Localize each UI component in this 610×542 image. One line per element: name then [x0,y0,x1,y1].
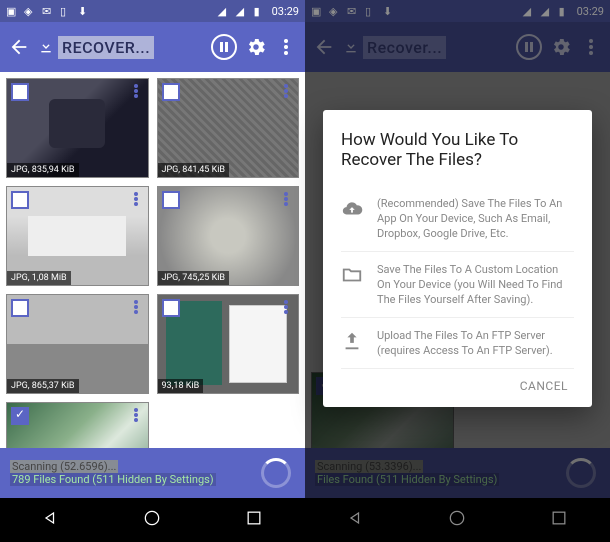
thumbnail[interactable]: JPG, 865,37 KiB [6,294,149,394]
scan-footer: Scanning (52.6596)... 789 Files Found (5… [0,448,305,498]
thumbnail-more-button[interactable] [128,299,144,315]
status-sim-icon: ▯ [60,4,74,18]
upload-icon [341,330,363,352]
recover-dialog: How Would You Like To Recover The Files?… [323,110,592,407]
phone-right: ▣ ◈ ✉ ▯ ⬇ ◢ ◢ ▮ 03:29 Recover... [305,0,610,542]
signal-icon: ◢ [236,4,250,18]
thumbnail-checkbox[interactable] [11,407,29,425]
thumbnail-more-button[interactable] [128,83,144,99]
cancel-button[interactable]: CANCEL [341,369,574,397]
back-button[interactable] [8,36,30,58]
nav-bar [0,498,305,542]
thumbnail-checkbox[interactable] [11,299,29,317]
thumbnail[interactable]: JPG, 745,25 KiB [157,186,300,286]
download-icon [38,39,54,55]
thumbnail-more-button[interactable] [128,191,144,207]
thumbnail-grid: JPG, 835,94 KiB JPG, 841,45 KiB JPG, 1,08 … [0,72,305,448]
loading-spinner [261,458,291,488]
cloud-upload-icon [341,198,363,220]
thumbnail-checkbox[interactable] [11,83,29,101]
option-cloud[interactable]: (Recommended) Save The Files To An App O… [341,186,574,252]
thumbnail[interactable]: JPG, 835,94 KiB [6,78,149,178]
status-bar: ▣ ◈ ✉ ▯ ⬇ ◢ ◢ ▮ 03:29 [0,0,305,22]
status-mail-icon: ✉ [42,4,56,18]
status-download-icon: ⬇ [78,4,92,18]
thumbnail-more-button[interactable] [278,83,294,99]
scan-count: 789 Files Found (511 Hidden By Settings) [10,473,216,486]
thumbnail-checkbox[interactable] [162,83,180,101]
option-text: Save The Files To A Custom Location On Y… [377,262,574,307]
nav-recent-button[interactable] [244,508,264,532]
thumbnail-label: JPG, 835,94 KiB [7,163,79,177]
status-app-icon: ▣ [6,4,20,18]
status-time: 03:29 [272,5,299,18]
option-folder[interactable]: Save The Files To A Custom Location On Y… [341,252,574,318]
thumbnail-label: JPG, 865,37 KiB [7,379,79,393]
option-text: (Recommended) Save The Files To An App O… [377,196,574,241]
phone-left: ▣ ◈ ✉ ▯ ⬇ ◢ ◢ ▮ 03:29 RECOVER... [0,0,305,542]
pause-button[interactable] [211,34,237,60]
scan-progress: Scanning (52.6596)... [10,460,118,473]
thumbnail-more-button[interactable] [278,191,294,207]
thumbnail-checkbox[interactable] [162,191,180,209]
app-title: RECOVER... [58,36,154,59]
option-ftp[interactable]: Upload The Files To An FTP Server (requi… [341,318,574,369]
thumbnail-more-button[interactable] [278,299,294,315]
nav-home-button[interactable] [142,508,162,532]
folder-icon [341,264,363,286]
overflow-menu-button[interactable] [275,36,297,58]
thumbnail-checkbox[interactable] [11,191,29,209]
thumbnail-label: 93,18 KiB [158,379,204,393]
thumbnail-label: JPG, 1,08 MiB [7,271,71,285]
option-text: Upload The Files To An FTP Server (requi… [377,328,574,358]
thumbnail[interactable]: 93,18 KiB [157,294,300,394]
thumbnail-checkbox[interactable] [162,299,180,317]
thumbnail-label: JPG, 745,25 KiB [158,271,230,285]
nav-back-button[interactable] [41,508,61,532]
status-steam-icon: ◈ [24,4,38,18]
battery-icon: ▮ [254,4,268,18]
app-bar: RECOVER... [0,22,305,72]
dialog-title: How Would You Like To Recover The Files? [341,130,574,170]
thumbnail[interactable]: JPG, 841,45 KiB [157,78,300,178]
thumbnail-more-button[interactable] [128,407,144,423]
thumbnail[interactable]: 160,75 KiB [6,402,149,448]
thumbnail-label: JPG, 841,45 KiB [158,163,230,177]
settings-button[interactable] [245,36,267,58]
wifi-icon: ◢ [218,4,232,18]
thumbnail[interactable]: JPG, 1,08 MiB [6,186,149,286]
